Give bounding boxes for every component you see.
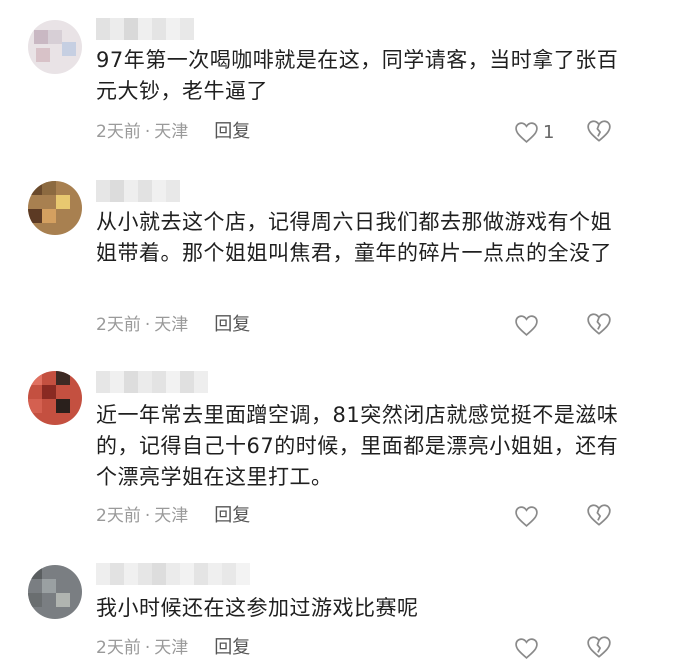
dislike-button[interactable]: [586, 635, 612, 661]
comment-meta: 2天前 · 天津 回复: [96, 635, 250, 661]
comment-item: 近一年常去里面蹭空调，81突然闭店就感觉挺不是滋味的，记得自己十67的时候，里面…: [0, 355, 677, 545]
dislike-button[interactable]: [586, 503, 612, 529]
avatar[interactable]: [28, 181, 82, 235]
dislike-button[interactable]: [586, 312, 612, 338]
comment-item: 我小时候还在这参加过游戏比赛呢 2天前 · 天津 回复: [0, 545, 677, 671]
comment-text: 97年第一次喝咖啡就是在这，同学请客，当时拿了张百元大钞，老牛逼了: [96, 48, 619, 103]
username-blurred[interactable]: [96, 563, 256, 585]
comment-meta: 2天前 · 天津 回复: [96, 312, 250, 338]
comment-time: 2天前: [96, 315, 141, 335]
heart-outline-icon: [515, 314, 538, 336]
username-blurred[interactable]: [96, 18, 206, 40]
comment-meta: 2天前 · 天津 回复: [96, 503, 250, 529]
reply-button[interactable]: 回复: [214, 635, 250, 661]
dislike-button[interactable]: [586, 119, 612, 145]
comment-time: 2天前: [96, 506, 141, 526]
comment-text: 我小时候还在这参加过游戏比赛呢: [96, 596, 419, 620]
username-blurred[interactable]: [96, 371, 208, 393]
meta-separator: ·: [144, 315, 151, 335]
broken-heart-icon: [587, 636, 611, 658]
meta-separator: ·: [144, 638, 151, 658]
comment-location: 天津: [154, 638, 189, 658]
comment-item: 从小就去这个店，记得周六日我们都去那做游戏有个姐姐带着。那个姐姐叫焦君，童年的碎…: [0, 165, 677, 355]
avatar[interactable]: [28, 565, 82, 619]
comment-meta: 2天前 · 天津 回复: [96, 119, 250, 145]
username-blurred[interactable]: [96, 180, 206, 202]
reply-button[interactable]: 回复: [214, 503, 250, 529]
avatar[interactable]: [28, 20, 82, 74]
comment-location: 天津: [154, 122, 189, 142]
heart-outline-icon: [515, 505, 538, 527]
reply-button[interactable]: 回复: [214, 312, 250, 338]
comment-item: 97年第一次喝咖啡就是在这，同学请客，当时拿了张百元大钞，老牛逼了 2天前 · …: [0, 0, 677, 165]
reply-button[interactable]: 回复: [214, 119, 250, 145]
like-button[interactable]: 1: [514, 117, 554, 147]
like-button[interactable]: [514, 633, 543, 663]
comment-text: 从小就去这个店，记得周六日我们都去那做游戏有个姐姐带着。那个姐姐叫焦君，童年的碎…: [96, 210, 612, 265]
comment-location: 天津: [154, 315, 189, 335]
heart-outline-icon: [515, 637, 538, 659]
like-button[interactable]: [514, 310, 543, 340]
broken-heart-icon: [587, 313, 611, 335]
comment-time: 2天前: [96, 122, 141, 142]
avatar[interactable]: [28, 371, 82, 425]
like-count: 1: [543, 121, 555, 143]
comment-time: 2天前: [96, 638, 141, 658]
heart-outline-icon: [515, 121, 538, 143]
comment-text: 近一年常去里面蹭空调，81突然闭店就感觉挺不是滋味的，记得自己十67的时候，里面…: [96, 403, 619, 489]
like-button[interactable]: [514, 501, 543, 531]
meta-separator: ·: [144, 506, 151, 526]
broken-heart-icon: [587, 504, 611, 526]
meta-separator: ·: [144, 122, 151, 142]
broken-heart-icon: [587, 120, 611, 142]
comment-location: 天津: [154, 506, 189, 526]
